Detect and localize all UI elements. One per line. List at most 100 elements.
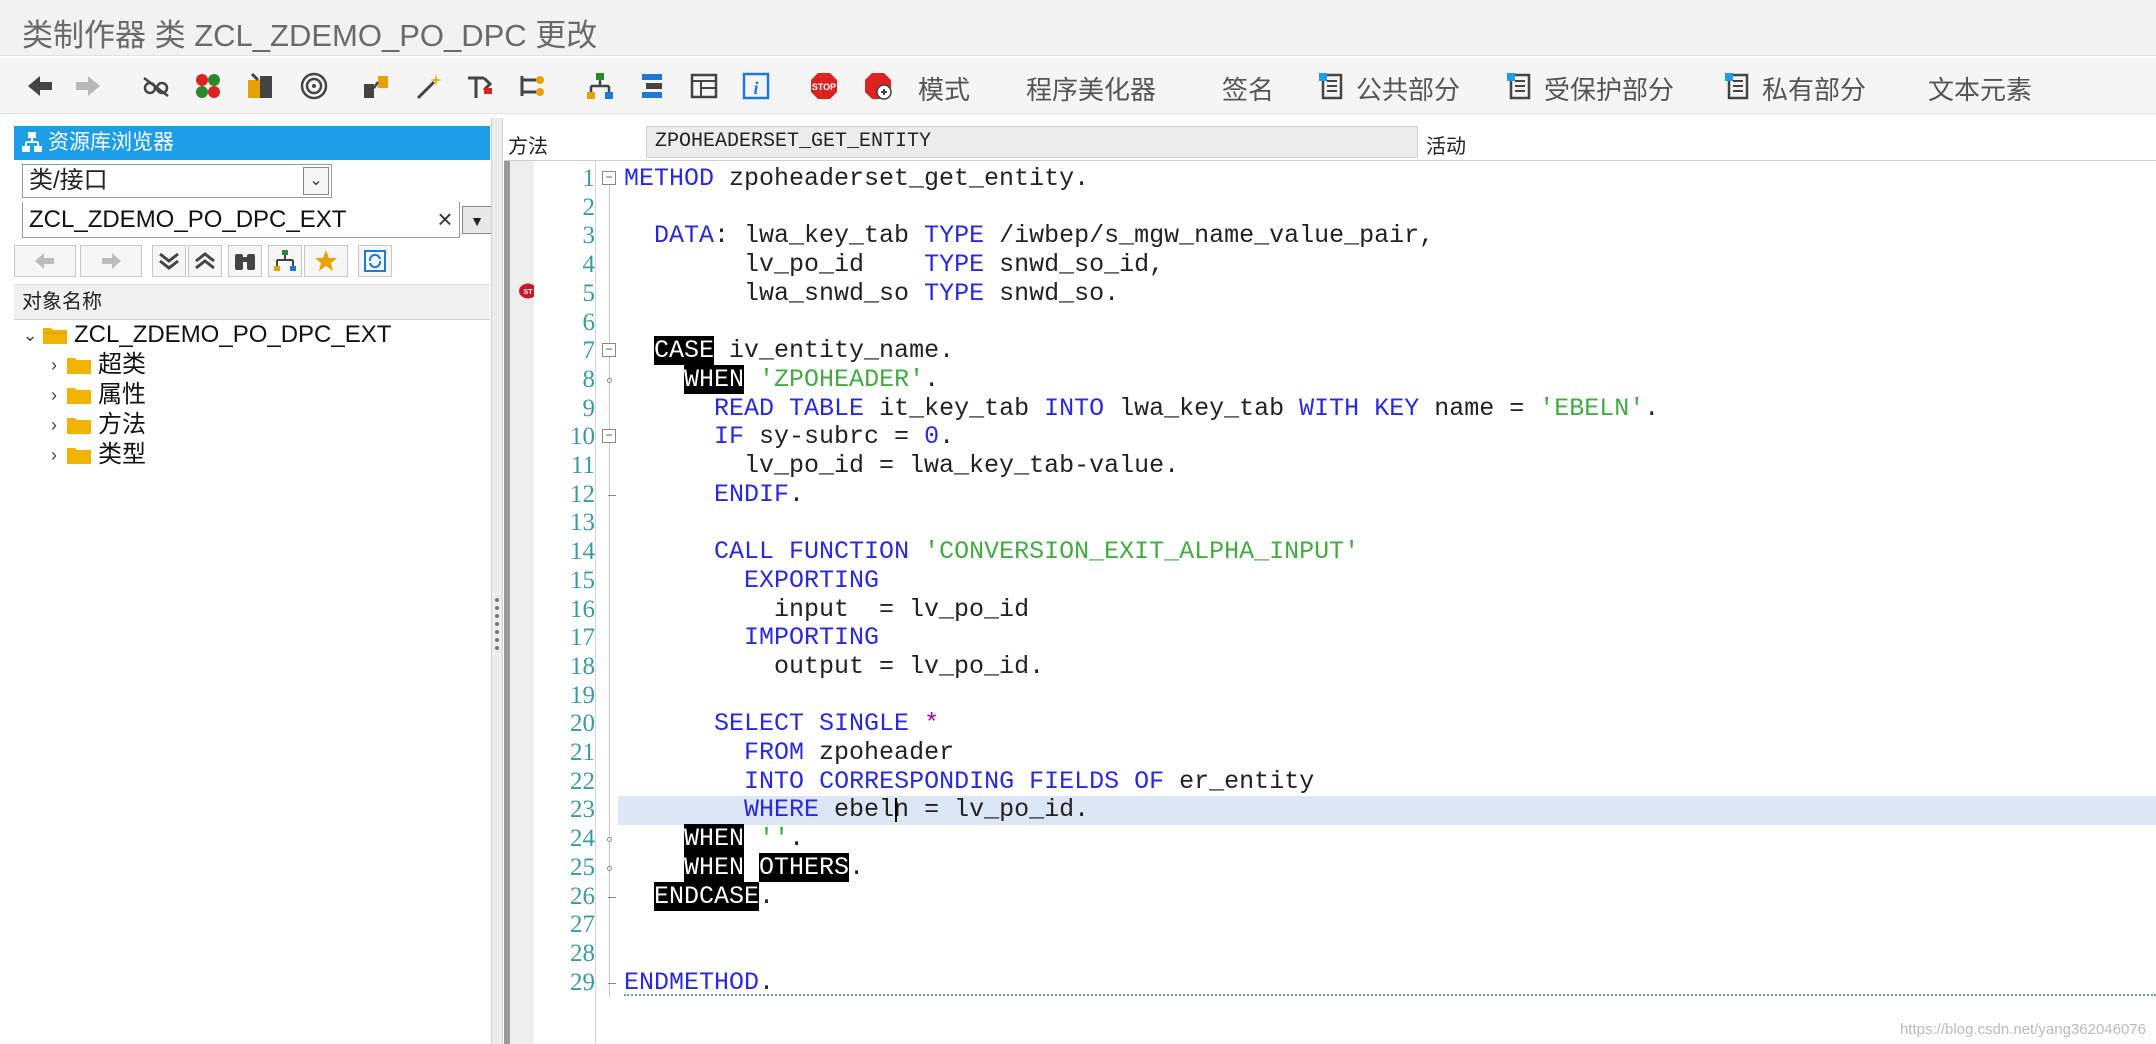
pretty-printer-button[interactable]: 程序美化器: [1026, 70, 1156, 107]
favorites-button[interactable]: [304, 245, 348, 277]
stack-layers-icon[interactable]: [634, 68, 670, 104]
line-number: 20: [570, 710, 595, 738]
forward-arrow-icon: [102, 253, 121, 269]
code-line[interactable]: CASE iv_entity_name.: [624, 336, 954, 366]
expand-all-button[interactable]: [152, 245, 186, 277]
line-number: 4: [582, 251, 596, 279]
code-line[interactable]: DATA: lwa_key_tab TYPE /iwbep/s_mgw_name…: [624, 222, 1434, 251]
line-number: 17: [570, 624, 595, 652]
fold-guide-line: [609, 177, 610, 997]
line-number: 24: [570, 825, 595, 853]
line-number: 3: [582, 222, 596, 250]
forward-arrow-icon[interactable]: [70, 68, 106, 104]
line-number: 2: [582, 193, 596, 221]
code-line[interactable]: lv_po_id = lwa_key_tab-value.: [624, 451, 1179, 481]
code-line[interactable]: EXPORTING: [624, 566, 879, 596]
title-bar: 类制作器 类 ZCL_ZDEMO_PO_DPC 更改: [0, 0, 2156, 56]
code-line[interactable]: WHERE ebeln = lv_po_id.: [624, 796, 1089, 825]
folder-icon: [67, 358, 91, 374]
tree-root-label: ZCL_ZDEMO_PO_DPC_EXT: [74, 321, 392, 348]
code-line[interactable]: WHEN OTHERS.: [624, 852, 864, 883]
code-line[interactable]: IF sy-subrc = 0.: [624, 422, 954, 452]
code-line[interactable]: METHOD zpoheaderset_get_entity.: [624, 164, 1089, 194]
code-editor[interactable]: ST 1 2 3 4 5 6 7 8 9 10 11 12 13 14 15 16 17 18 19 20 21 22 23…: [504, 160, 2156, 1044]
code-line[interactable]: FROM zpoheader: [624, 738, 954, 768]
fold-toggle-icon[interactable]: −: [602, 429, 616, 444]
collapse-arrow-icon[interactable]: ⌄: [20, 320, 40, 350]
line-number-gutter: 1 2 3 4 5 6 7 8 9 10 11 12 13 14 15 16 17 18 19 20 21 22 23 24 2…: [534, 161, 596, 1044]
breakpoint-gutter[interactable]: ST: [510, 161, 537, 1044]
line-number: 15: [570, 566, 595, 594]
splitter-grip[interactable]: [495, 598, 499, 650]
code-line[interactable]: lwa_snwd_so TYPE snwd_so.: [624, 279, 1119, 309]
document-icon: [1502, 68, 1538, 104]
expand-arrow-icon[interactable]: ›: [44, 440, 64, 470]
code-line[interactable]: ENDIF.: [624, 480, 804, 510]
document-icon: [1314, 68, 1350, 104]
panel-splitter[interactable]: [491, 118, 503, 1044]
fold-toggle-icon[interactable]: −: [602, 343, 616, 358]
code-line[interactable]: ENDCASE.: [624, 881, 774, 912]
insert-statement-icon[interactable]: [462, 68, 498, 104]
check-object-icon[interactable]: [242, 68, 278, 104]
back-button[interactable]: [14, 245, 76, 277]
line-number: 22: [570, 767, 595, 795]
glasses-display-change-icon[interactable]: [138, 68, 174, 104]
code-line[interactable]: INTO CORRESPONDING FIELDS OF er_entity: [624, 767, 1314, 797]
text-cursor: [894, 798, 897, 823]
code-line[interactable]: IMPORTING: [624, 623, 879, 653]
repository-browser-title: 资源库浏览器: [48, 131, 174, 154]
code-line[interactable]: lv_po_id TYPE snwd_so_id,: [624, 250, 1164, 280]
object-type-select[interactable]: 类/接口 ⌄: [22, 164, 332, 198]
external-breakpoint-icon[interactable]: [860, 68, 896, 104]
back-arrow-icon[interactable]: [22, 68, 58, 104]
fold-branch-marker: [607, 377, 612, 383]
svg-text:ST: ST: [524, 289, 534, 296]
code-area[interactable]: METHOD zpoheaderset_get_entity. DATA: lw…: [618, 161, 2156, 1044]
private-section-button[interactable]: 私有部分: [1762, 70, 1866, 107]
where-used-icon[interactable]: [358, 68, 394, 104]
chevron-down-icon[interactable]: ⌄: [303, 167, 329, 195]
code-line[interactable]: SELECT SINGLE *: [624, 709, 939, 739]
window-layout-icon[interactable]: [686, 68, 722, 104]
hierarchy-icon[interactable]: [582, 68, 618, 104]
object-name-input[interactable]: ZCL_ZDEMO_PO_DPC_EXT: [22, 202, 460, 238]
code-line[interactable]: CALL FUNCTION 'CONVERSION_EXIT_ALPHA_INP…: [624, 537, 1359, 567]
forward-button[interactable]: [80, 245, 142, 277]
code-line[interactable]: output = lv_po_id.: [624, 652, 1044, 682]
fold-toggle-icon[interactable]: −: [602, 171, 616, 185]
double-chevron-down-icon: [159, 252, 179, 270]
protected-section-button[interactable]: 受保护部分: [1544, 70, 1674, 107]
find-button[interactable]: [228, 245, 262, 277]
hierarchy-button[interactable]: [268, 245, 302, 277]
object-list-icon[interactable]: [514, 68, 550, 104]
set-breakpoint-icon[interactable]: STOP: [806, 68, 842, 104]
method-bar: 方法 ZPOHEADERSET_GET_ENTITY 活动: [504, 126, 2156, 160]
pattern-wand-icon[interactable]: [410, 68, 446, 104]
clear-icon[interactable]: ×: [432, 202, 458, 238]
dropdown-arrow-icon[interactable]: ▼: [462, 206, 492, 234]
code-line[interactable]: READ TABLE it_key_tab INTO lwa_key_tab W…: [624, 394, 1659, 424]
status-label: 活动: [1426, 136, 1466, 158]
signature-button[interactable]: 签名: [1222, 70, 1274, 107]
code-line[interactable]: input = lv_po_id: [624, 595, 1029, 625]
expand-arrow-icon[interactable]: ›: [44, 380, 64, 410]
expand-arrow-icon[interactable]: ›: [44, 350, 64, 380]
collapse-all-button[interactable]: [188, 245, 222, 277]
mode-button[interactable]: 模式: [918, 70, 970, 107]
code-line[interactable]: WHEN 'ZPOHEADER'.: [624, 364, 939, 395]
text-elements-button[interactable]: 文本元素: [1928, 70, 2032, 107]
star-icon: [315, 250, 337, 271]
svg-text:STOP: STOP: [812, 82, 836, 92]
expand-arrow-icon[interactable]: ›: [44, 410, 64, 440]
line-number: 23: [570, 796, 595, 824]
activate-icon[interactable]: [296, 68, 332, 104]
code-line[interactable]: WHEN ''.: [624, 824, 804, 854]
info-icon[interactable]: i: [738, 68, 774, 104]
code-line[interactable]: ENDMETHOD.: [624, 968, 774, 998]
public-section-button[interactable]: 公共部分: [1356, 70, 1460, 107]
refresh-button[interactable]: [358, 245, 392, 277]
active-inactive-icon[interactable]: [190, 68, 226, 104]
open-folder-icon: [43, 328, 67, 344]
watermark: https://blog.csdn.net/yang362046076: [1899, 1021, 2146, 1038]
